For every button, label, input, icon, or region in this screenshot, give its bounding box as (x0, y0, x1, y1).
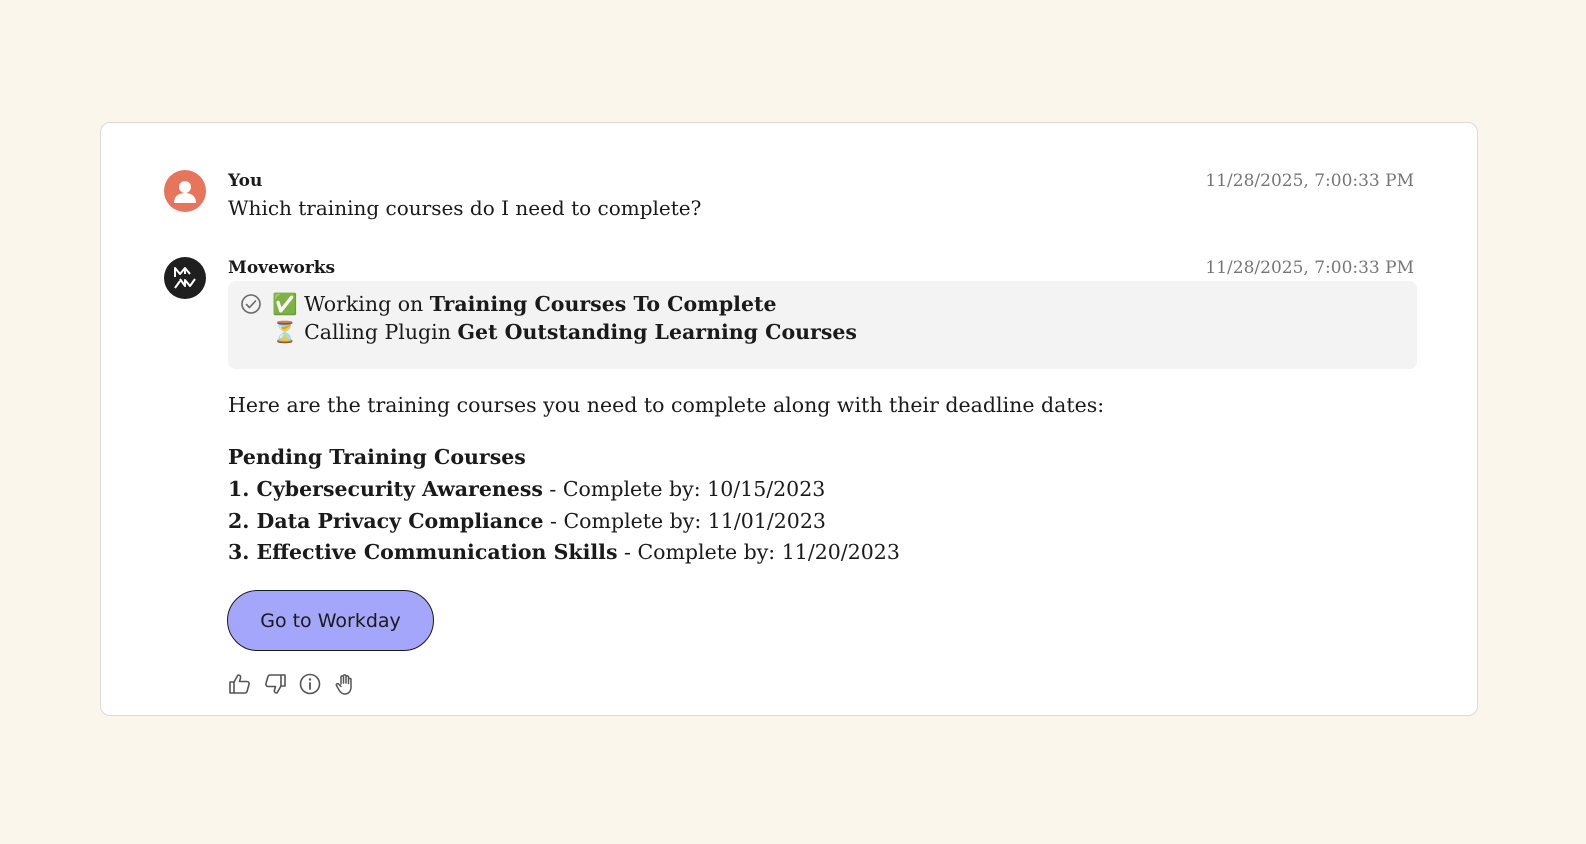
status-line-plugin: ⏳ Calling Plugin Get Outstanding Learnin… (272, 320, 857, 345)
message-actions (227, 671, 357, 696)
hourglass-emoji-icon: ⏳ (272, 320, 298, 344)
moveworks-logo-icon (174, 267, 196, 289)
user-sender-name: You (228, 171, 263, 191)
reply-intro-text: Here are the training courses you need t… (228, 393, 1105, 417)
course-deadline: - Complete by: 11/20/2023 (617, 540, 900, 564)
thumbs-down-icon[interactable] (262, 671, 287, 696)
course-deadline: - Complete by: 10/15/2023 (542, 477, 826, 501)
info-icon[interactable] (297, 671, 322, 696)
course-deadline: - Complete by: 11/01/2023 (543, 509, 826, 533)
bot-sender-name: Moveworks (228, 258, 336, 278)
course-item: 2. Data Privacy Compliance - Complete by… (228, 509, 826, 533)
course-name: 2. Data Privacy Compliance (228, 509, 544, 533)
status-plugin-prefix: Calling Plugin (304, 320, 451, 344)
plugin-status-panel: ✅ Working on Training Courses To Complet… (228, 281, 1417, 369)
check-mark-emoji-icon: ✅ (272, 292, 298, 316)
user-timestamp: 11/28/2025, 7:00:33 PM (1205, 171, 1414, 191)
status-working-topic: Training Courses To Complete (429, 292, 777, 316)
moveworks-avatar (164, 257, 206, 299)
status-working-prefix: Working on (304, 292, 424, 316)
course-name: 1. Cybersecurity Awareness (228, 477, 543, 501)
course-item: 3. Effective Communication Skills - Comp… (228, 540, 900, 564)
thumbs-up-icon[interactable] (227, 671, 252, 696)
bot-timestamp: 11/28/2025, 7:00:33 PM (1205, 258, 1414, 278)
status-plugin-name: Get Outstanding Learning Courses (457, 320, 857, 344)
course-item: 1. Cybersecurity Awareness - Complete by… (228, 477, 825, 501)
course-name: 3. Effective Communication Skills (228, 540, 618, 564)
go-to-workday-button[interactable]: Go to Workday (227, 590, 434, 651)
hand-icon[interactable] (332, 671, 357, 696)
status-line-working: ✅ Working on Training Courses To Complet… (272, 292, 777, 317)
person-icon (174, 181, 196, 203)
user-avatar (164, 170, 206, 212)
chat-card: You 11/28/2025, 7:00:33 PM Which trainin… (100, 122, 1478, 716)
check-circle-icon (240, 293, 262, 319)
course-list-title: Pending Training Courses (228, 445, 526, 469)
user-message-text: Which training courses do I need to comp… (228, 196, 702, 220)
